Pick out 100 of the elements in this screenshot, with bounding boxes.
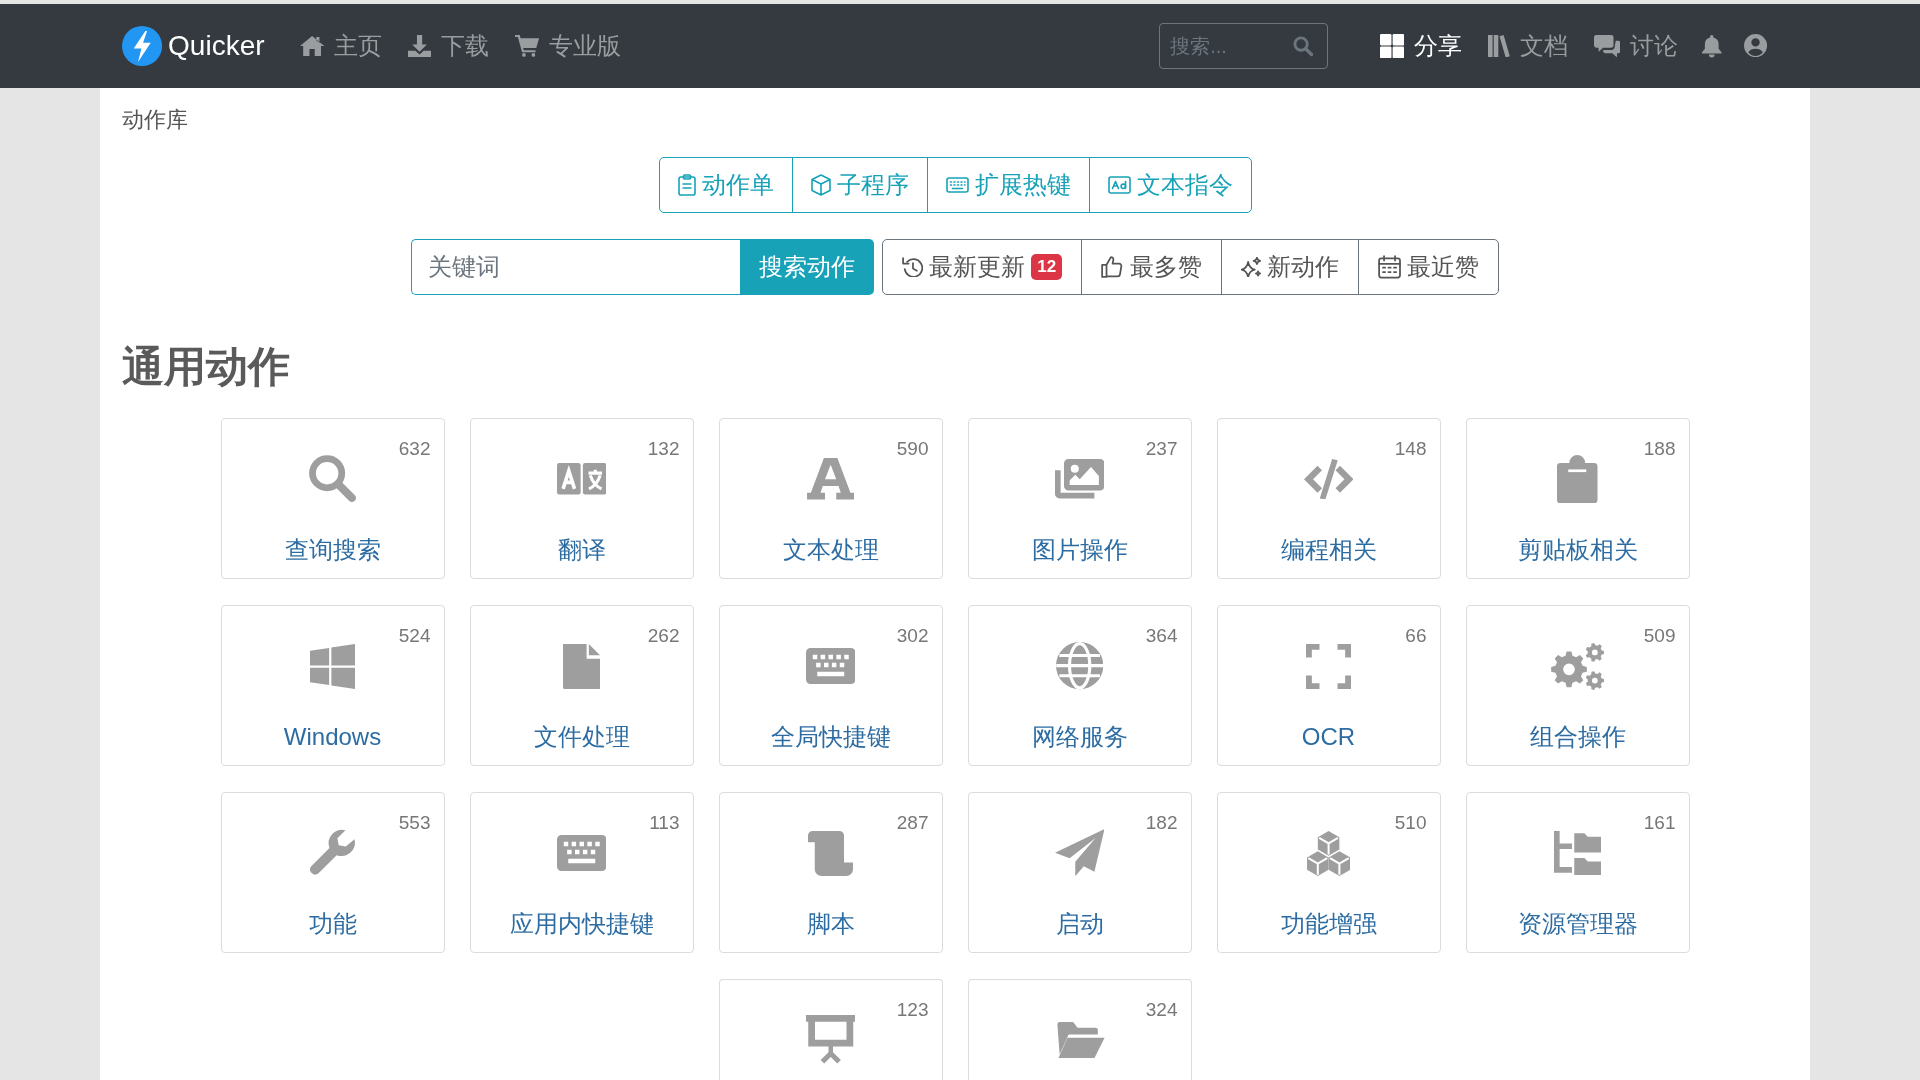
corner-brackets-icon [1306,643,1351,689]
category-label: 编程相关 [1280,535,1377,565]
category-card[interactable]: 113 应用内快捷键 [469,792,694,953]
action-count: 632 [398,438,431,460]
action-count: 510 [1394,812,1427,834]
sort-button[interactable]: 最新更新 12 [882,239,1083,295]
category-card[interactable]: 302 全局快捷键 [718,605,943,766]
type-tab[interactable]: 子程序 [791,157,928,213]
bell-icon[interactable] [1702,34,1722,58]
category-card[interactable]: 237 图片操作 [967,418,1192,579]
cube-icon [810,174,831,196]
category-card[interactable]: 510 功能增强 [1216,792,1441,953]
clipboard-icon [1557,454,1598,504]
action-count: 132 [647,438,680,460]
history-icon [902,256,924,278]
category-card[interactable]: 364 网络服务 [967,605,1192,766]
page-title: 动作库 [122,106,188,134]
chat-bubbles-icon [1594,34,1621,58]
action-count: 188 [1643,438,1676,460]
scroll-icon [808,830,853,876]
clipboard-icon [677,173,696,197]
presentation-board-icon [805,1015,856,1065]
category-label: 文本处理 [782,535,879,565]
category-card[interactable]: 590 文本处理 [718,418,943,579]
type-tab[interactable]: 文本指令 [1088,157,1252,213]
search-button[interactable]: 搜索动作 [740,239,875,295]
type-tab[interactable]: 动作单 [658,157,793,213]
window-panes-icon [310,643,355,689]
nav-link[interactable]: 分享 [1367,30,1476,62]
sort-button[interactable]: 最近赞 [1357,239,1499,295]
home-icon [299,36,324,56]
category-card[interactable]: 524 Windows [220,605,445,766]
calendar-icon [1377,255,1401,279]
keyboard-icon [945,177,969,193]
action-count: 237 [1145,438,1178,460]
category-card[interactable]: 66 OCR [1216,605,1441,766]
cart-icon [514,35,540,57]
category-label: 启动 [1055,909,1104,939]
font-icon [806,458,855,500]
nav-link[interactable]: 文档 [1475,30,1581,62]
search-icon[interactable] [1293,36,1315,57]
category-label: 资源管理器 [1517,909,1638,939]
paper-plane-icon [1054,829,1105,877]
action-count: 524 [398,625,431,647]
category-card[interactable]: 324 [967,979,1192,1080]
action-count: 324 [1145,999,1178,1021]
category-label: Windows [283,722,382,752]
action-count: 161 [1643,812,1676,834]
action-count: 302 [896,625,929,647]
category-label: 网络服务 [1031,722,1128,752]
sort-button[interactable]: 最多赞 [1081,239,1222,295]
category-label: 全局快捷键 [770,722,891,752]
action-count: 182 [1145,812,1178,834]
category-card[interactable]: 161 资源管理器 [1465,792,1690,953]
nav-link[interactable]: 专业版 [501,30,635,62]
brand-link[interactable]: Quicker [122,25,265,67]
nav-link[interactable]: 下载 [394,30,502,62]
category-card[interactable]: 123 [718,979,943,1080]
category-label: 应用内快捷键 [509,909,654,939]
action-count: 66 [1405,625,1427,647]
nav-link[interactable]: 主页 [286,30,395,62]
wrench-icon [308,829,357,877]
action-count: 148 [1394,438,1427,460]
type-tab[interactable]: 扩展热键 [926,157,1090,213]
category-card[interactable]: 262 文件处理 [469,605,694,766]
sparkles-icon [1240,256,1261,278]
category-card[interactable]: 188 剪贴板相关 [1465,418,1690,579]
keyboard-icon [556,835,607,871]
file-icon [562,643,601,689]
globe-icon [1055,642,1104,690]
folder-icon [1054,1022,1105,1058]
grid-icon [1380,33,1405,59]
nav-link[interactable]: 讨论 [1581,30,1692,62]
action-count: 553 [398,812,431,834]
search-field[interactable]: 搜索... [1159,23,1329,69]
translate-icon [556,463,607,495]
code-icon [1303,458,1354,500]
category-card[interactable]: 632 查询搜索 [220,418,445,579]
user-icon[interactable] [1743,34,1767,58]
lightning-icon [122,25,163,67]
search-icon [307,454,358,504]
action-count: 287 [896,812,929,834]
category-label: 文件处理 [533,722,630,752]
category-card[interactable]: 148 编程相关 [1216,418,1441,579]
category-card[interactable]: 132 翻译 [469,418,694,579]
section-heading: 通用动作 [122,342,290,392]
category-card[interactable]: 182 启动 [967,792,1192,953]
sort-button[interactable]: 新动作 [1220,239,1359,295]
category-label: 脚本 [806,909,855,939]
category-label: 图片操作 [1031,535,1128,565]
category-label: OCR [1301,722,1356,752]
category-card[interactable]: 553 功能 [220,792,445,953]
action-count: 113 [649,812,680,834]
category-card[interactable]: 287 脚本 [718,792,943,953]
images-icon [1054,459,1105,499]
category-label: 剪贴板相关 [1517,535,1638,565]
action-count: 364 [1145,625,1178,647]
action-count: 590 [896,438,929,460]
category-card[interactable]: 509 组合操作 [1465,605,1690,766]
keyword-field[interactable]: 关键词 [411,239,741,295]
